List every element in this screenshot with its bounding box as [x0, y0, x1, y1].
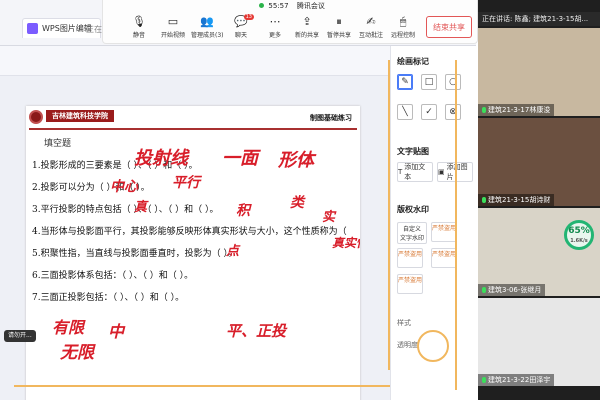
text-icon: T: [398, 168, 403, 176]
school-name: 吉林建筑科技学院: [46, 110, 114, 122]
question-4: 4.当形体与投影面平行，其投影能够反映形体真实形状与大小，这个性质称为（: [32, 227, 347, 237]
video-tile[interactable]: 建筑21-3-15胡诗财: [478, 118, 600, 206]
question-5: 5.积聚性指，当直线与投影面垂直时，投影为（ ）。: [32, 249, 237, 259]
ink-annotation: 积: [236, 203, 250, 219]
participant-name: 建筑21-3-22田泽宇: [478, 374, 555, 386]
ink-annotation: 投射线: [134, 148, 188, 169]
share-icon: ⇪: [302, 15, 312, 28]
wps-tab-title: WPS图片编辑: [42, 24, 92, 33]
participant-name: 建筑21-3-17林康浚: [478, 104, 555, 116]
mic-icon: [482, 377, 486, 383]
section-title: 制图基础练习: [310, 114, 352, 122]
pause-icon: ⏸: [336, 15, 342, 28]
ink-annotation: 形体: [278, 150, 314, 171]
watermark-sample[interactable]: 严禁盗用: [397, 248, 423, 268]
meeting-toolbar: 55:57 腾讯会议 🎙 静音 ▭ 开始视频 👥 管理成员(3) 💬 聊天 13 ⋯ 更多 …: [102, 0, 478, 44]
video-tile[interactable]: 65% 1.6K/s 建筑3-06-张继月: [478, 208, 600, 296]
network-icon: [259, 3, 265, 8]
orange-guide-line: [455, 60, 457, 390]
question-7: 7.三面正投影包括：（ ）、（ ）和（ ）。: [32, 293, 185, 303]
remote-icon: 🖱: [399, 15, 407, 28]
video-tile[interactable]: 建筑21-3-22田泽宇: [478, 298, 600, 386]
ink-annotation: 平行: [172, 175, 200, 191]
ink-annotation: 类: [290, 195, 304, 211]
ink-annotation: 中心: [110, 179, 138, 195]
start-video-button[interactable]: ▭ 开始视频: [157, 14, 189, 44]
members-icon: 👥: [200, 15, 214, 28]
video-tile[interactable]: 建筑21-3-17林康浚: [478, 28, 600, 116]
mic-icon: [482, 287, 486, 293]
network-speed-gauge: 65% 1.6K/s: [564, 220, 594, 250]
add-text-button[interactable]: T 添加文本: [397, 162, 433, 182]
question-6: 6.三面投影体系包括：（ ）、（ ）和（ ）。: [32, 271, 194, 281]
canvas-area[interactable]: 吉林建筑科技学院 制图基础练习 填空题 1.投影形成的三要素是（ ）、（ ）和（…: [0, 76, 390, 400]
meeting-status: 55:57 腾讯会议: [103, 1, 479, 11]
wps-image-editor: WPS图片编辑 正在... 吉林建筑科技学院 制图基础练习 填空题 1.投影形成…: [0, 0, 478, 400]
pause-share-button[interactable]: ⏸ 暂停共享: [323, 14, 355, 44]
manage-members-button[interactable]: 👥 管理成员(3): [191, 14, 224, 44]
question-3: 3.平行投影的特点包括（ ）、（ ）、（ ）和（ ）。: [32, 205, 219, 215]
rect-tool-icon[interactable]: □: [421, 74, 437, 90]
mic-icon: [482, 107, 486, 113]
ink-annotation: 真实性: [332, 236, 360, 250]
cross-tool-icon[interactable]: ⊗: [445, 104, 461, 120]
check-tool-icon[interactable]: ✓: [421, 104, 437, 120]
orange-guide-line: [14, 385, 394, 387]
mute-button[interactable]: 🎙 静音: [123, 14, 155, 44]
meeting-time: 55:57: [268, 2, 289, 10]
custom-watermark-button[interactable]: 自定义 文字水印: [397, 222, 427, 244]
ink-annotation: 无限: [60, 343, 94, 363]
ink-annotation: 中: [108, 322, 125, 341]
meeting-app-name: 腾讯会议: [296, 2, 325, 10]
circle-tool-icon[interactable]: ○: [445, 74, 461, 90]
pen-tool-icon[interactable]: ✎: [397, 74, 413, 90]
watermark-sample[interactable]: 严禁盗用: [397, 274, 423, 294]
mic-icon: 🎙: [132, 15, 146, 28]
image-icon: ▣: [438, 168, 445, 176]
worksheet-page: 吉林建筑科技学院 制图基础练习 填空题 1.投影形成的三要素是（ ）、（ ）和（…: [26, 106, 360, 400]
screen: WPS图片编辑 正在... 吉林建筑科技学院 制图基础练习 填空题 1.投影形成…: [0, 0, 600, 400]
chat-button[interactable]: 💬 聊天 13: [225, 14, 257, 44]
line-tool-icon[interactable]: ╲: [397, 104, 413, 120]
school-logo-icon: [29, 110, 43, 124]
participant-name: 建筑3-06-张继月: [478, 284, 546, 296]
wps-logo-icon: [27, 23, 38, 34]
new-share-button[interactable]: ⇪ 新的共享: [291, 14, 323, 44]
more-button[interactable]: ⋯ 更多: [259, 14, 291, 44]
draw-title: 绘画标记: [397, 57, 429, 66]
opacity-label: 透明度: [397, 341, 418, 349]
end-share-button[interactable]: 结束共享: [426, 16, 472, 38]
page-header: 吉林建筑科技学院 制图基础练习: [26, 110, 360, 130]
ink-annotation: 一面: [222, 148, 258, 169]
video-panel: 正在讲话: 陈鑫; 建筑21-3-15胡... 建筑21-3-17林康浚 建筑2…: [478, 0, 600, 400]
mic-icon: [482, 197, 486, 203]
ink-annotation: 实: [322, 210, 336, 225]
ink-annotation: 平、正投: [226, 322, 287, 340]
question-heading: 填空题: [44, 139, 72, 149]
camera-icon: ▭: [167, 15, 179, 28]
text-title: 文字贴图: [397, 147, 429, 156]
style-label: 样式: [397, 319, 411, 327]
watermark-title: 版权水印: [397, 205, 429, 214]
ink-annotation: 真: [134, 200, 148, 215]
speaking-indicator: 正在讲话: 陈鑫; 建筑21-3-15胡...: [478, 12, 600, 26]
ink-annotation: 有限: [52, 318, 85, 337]
watermark-sample[interactable]: 严禁盗用: [431, 222, 457, 242]
header-rule: [29, 128, 357, 130]
orange-circle-mark: [417, 330, 449, 362]
remote-control-button[interactable]: 🖱 远程控制: [387, 14, 419, 44]
ink-annotation: 点: [226, 244, 240, 259]
participant-name: 建筑21-3-15胡诗财: [478, 194, 555, 206]
annotate-button[interactable]: ✍ 互动批注: [355, 14, 387, 44]
watermark-sample[interactable]: 严禁盗用: [431, 248, 457, 268]
annotate-icon: ✍: [366, 15, 376, 28]
chat-badge: 13: [243, 14, 254, 20]
more-icon: ⋯: [269, 15, 281, 28]
status-pill[interactable]: 请勿开...: [4, 330, 36, 342]
